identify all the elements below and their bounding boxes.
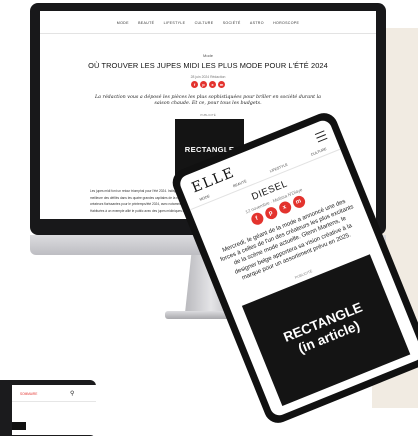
article-category[interactable]: Mode xyxy=(40,53,376,58)
nav-item-astro[interactable]: ASTRO xyxy=(250,21,264,25)
facebook-share-icon[interactable]: f xyxy=(249,211,265,227)
article-headline: OÙ TROUVER LES JUPES MIDI LES PLUS MODE … xyxy=(88,61,328,70)
share-buttons: f p x m xyxy=(186,81,230,89)
phone-nav-item-lifestyle[interactable]: LIFESTYLE xyxy=(269,163,288,174)
nav-item-lifestyle[interactable]: LIFESTYLE xyxy=(164,21,186,25)
laptop-nav-divider xyxy=(12,401,96,402)
search-icon[interactable]: ⚲ xyxy=(70,390,74,397)
x-share-icon[interactable]: x xyxy=(276,199,293,216)
article-standfirst: La rédaction vous a déposé les pièces le… xyxy=(94,95,322,107)
desktop-main-nav: MODE BEAUTÉ LIFESTYLE CULTURE SOCIÉTÉ AS… xyxy=(40,21,376,25)
pinterest-share-icon[interactable]: p xyxy=(263,205,279,222)
nav-item-mode[interactable]: MODE xyxy=(117,21,129,25)
nav-item-societe[interactable]: SOCIÉTÉ xyxy=(223,21,241,25)
nav-divider xyxy=(40,33,376,34)
pinterest-share-icon[interactable]: p xyxy=(200,81,207,88)
nav-item-horoscope[interactable]: HOROSCOPE xyxy=(273,21,299,25)
in-article-ad-text: RECTANGLE (in article) xyxy=(281,299,365,357)
email-share-icon[interactable]: m xyxy=(290,194,307,210)
nav-item-culture[interactable]: CULTURE xyxy=(195,21,214,25)
hamburger-menu-icon[interactable] xyxy=(314,130,328,143)
laptop-black-block xyxy=(12,422,26,430)
facebook-share-icon[interactable]: f xyxy=(191,81,198,88)
x-share-icon[interactable]: x xyxy=(209,81,216,88)
article-byline: 28 juin 2024 Rédaction xyxy=(190,75,226,79)
laptop-menu-link[interactable]: SOMMAIRE xyxy=(20,392,37,396)
nav-item-beaute[interactable]: BEAUTÉ xyxy=(138,21,154,25)
email-share-icon[interactable]: m xyxy=(218,81,225,88)
